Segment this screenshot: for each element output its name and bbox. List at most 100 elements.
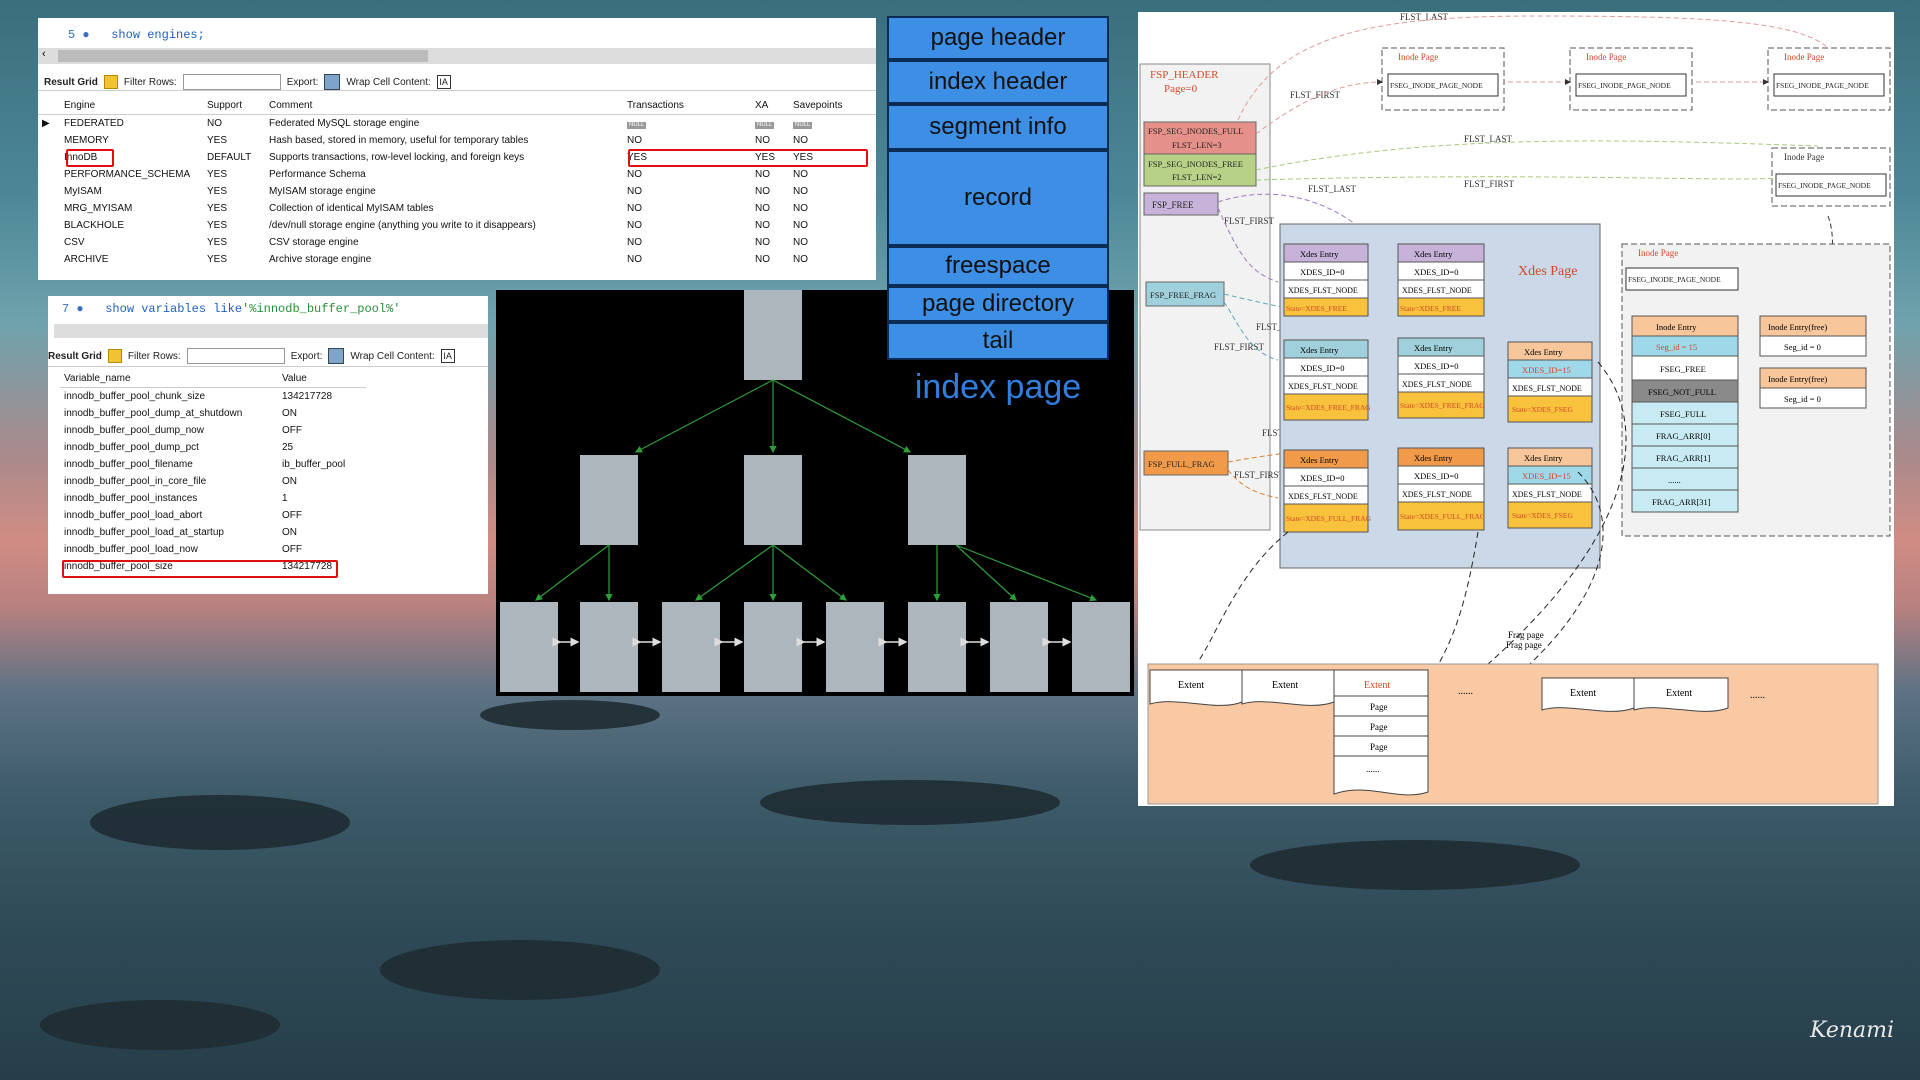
cell[interactable]: PERFORMANCE_SCHEMA [60,166,203,183]
cell[interactable]: /dev/null storage engine (anything you w… [265,217,623,234]
table-row[interactable]: CSV YES CSV storage engine NO NO NO [38,234,876,251]
cell[interactable]: ib_buffer_pool [278,456,366,473]
cell[interactable]: NO [751,166,789,183]
cell[interactable]: NO [789,132,876,149]
cell[interactable]: YES [203,251,265,268]
engines-query-line[interactable]: 5 ● show engines; [68,28,205,42]
cell[interactable]: innodb_buffer_pool_dump_now [60,422,278,439]
horizontal-scrollbar[interactable]: ‹ [38,48,876,64]
cell[interactable]: ON [278,524,366,541]
col-value[interactable]: Value [278,370,366,388]
table-row[interactable]: MyISAM YES MyISAM storage engine NO NO NO [38,183,876,200]
cell[interactable]: NO [623,217,751,234]
cell[interactable]: ON [278,405,366,422]
cell[interactable]: Archive storage engine [265,251,623,268]
export-icon[interactable] [324,74,341,90]
cell[interactable]: NO [203,115,265,133]
cell[interactable]: NO [751,251,789,268]
cell[interactable]: MEMORY [60,132,203,149]
cell[interactable]: innodb_buffer_pool_instances [60,490,278,507]
cell[interactable]: NO [623,251,751,268]
cell[interactable]: ARCHIVE [60,251,203,268]
cell[interactable]: innodb_buffer_pool_filename [60,456,278,473]
wrap-icon[interactable]: IA [440,349,455,363]
cell[interactable]: OFF [278,422,366,439]
cell[interactable]: YES [203,234,265,251]
cell[interactable]: NO [789,166,876,183]
cell[interactable]: FEDERATED [60,115,203,133]
cell[interactable]: NO [751,217,789,234]
table-row[interactable]: innodb_buffer_pool_load_abort OFF [60,507,366,524]
cell[interactable]: innodb_buffer_pool_dump_pct [60,439,278,456]
result-grid-tab[interactable]: Result Grid [44,77,98,88]
export-icon[interactable] [328,348,345,364]
filter-rows-input[interactable] [186,348,285,364]
scrollbar-thumb[interactable] [58,50,428,62]
filter-rows-input[interactable] [182,74,281,90]
cell[interactable]: innodb_buffer_pool_dump_at_shutdown [60,405,278,422]
cell[interactable]: NO [789,234,876,251]
cell[interactable]: innodb_buffer_pool_chunk_size [60,388,278,406]
table-row[interactable]: innodb_buffer_pool_dump_now OFF [60,422,366,439]
col-engine[interactable]: Engine [60,97,203,115]
cell[interactable]: YES [203,183,265,200]
table-row[interactable]: ARCHIVE YES Archive storage engine NO NO NO [38,251,876,268]
table-row[interactable]: MEMORY YES Hash based, stored in memory, u… [38,132,876,149]
cell[interactable]: NO [789,183,876,200]
cell[interactable]: MRG_MYISAM [60,200,203,217]
table-row[interactable]: PERFORMANCE_SCHEMA YES Performance Schema N… [38,166,876,183]
table-row[interactable]: innodb_buffer_pool_in_core_file ON [60,473,366,490]
table-row[interactable]: innodb_buffer_pool_instances 1 [60,490,366,507]
cell[interactable]: Performance Schema [265,166,623,183]
cell[interactable]: OFF [278,541,366,558]
cell[interactable]: innodb_buffer_pool_in_core_file [60,473,278,490]
cell[interactable]: Hash based, stored in memory, useful for… [265,132,623,149]
cell[interactable]: CSV storage engine [265,234,623,251]
cell[interactable]: Supports transactions, row-level locking… [265,149,623,166]
cell[interactable]: NO [751,200,789,217]
col-comment[interactable]: Comment [265,97,623,115]
col-xa[interactable]: XA [751,97,789,115]
col-variable-name[interactable]: Variable_name [60,370,278,388]
result-grid-tab[interactable]: Result Grid [48,351,102,362]
horizontal-scrollbar[interactable] [54,324,488,338]
col-transactions[interactable]: Transactions [623,97,751,115]
cell[interactable]: innodb_buffer_pool_load_at_startup [60,524,278,541]
cell[interactable]: NO [623,200,751,217]
table-row[interactable]: innodb_buffer_pool_load_now OFF [60,541,366,558]
table-row[interactable]: innodb_buffer_pool_dump_at_shutdown ON [60,405,366,422]
cell[interactable]: innodb_buffer_pool_load_now [60,541,278,558]
table-row[interactable]: innodb_buffer_pool_dump_pct 25 [60,439,366,456]
wrap-icon[interactable]: IA [436,75,451,89]
grid-icon[interactable] [107,349,122,363]
cell[interactable]: YES [203,217,265,234]
table-row[interactable]: MRG_MYISAM YES Collection of identical MyI… [38,200,876,217]
cell[interactable]: YES [203,200,265,217]
cell[interactable]: NO [751,234,789,251]
table-row[interactable]: ▶ FEDERATED NO Federated MySQL storage e… [38,115,876,133]
col-support[interactable]: Support [203,97,265,115]
cell[interactable]: NO [623,234,751,251]
cell[interactable]: NO [789,251,876,268]
cell[interactable]: MyISAM storage engine [265,183,623,200]
cell[interactable]: NO [789,200,876,217]
cell[interactable]: ON [278,473,366,490]
cell[interactable]: MyISAM [60,183,203,200]
cell[interactable]: NO [623,166,751,183]
cell[interactable]: YES [203,166,265,183]
scroll-left-icon[interactable]: ‹ [42,48,46,60]
cell[interactable]: 1 [278,490,366,507]
table-row[interactable]: BLACKHOLE YES/dev/null storage engine (an… [38,217,876,234]
cell[interactable]: NO [789,217,876,234]
cell[interactable]: Collection of identical MyISAM tables [265,200,623,217]
cell[interactable]: DEFAULT [203,149,265,166]
table-row[interactable]: innodb_buffer_pool_chunk_size 134217728 [60,388,366,406]
table-row[interactable]: innodb_buffer_pool_load_at_startup ON [60,524,366,541]
cell[interactable]: Federated MySQL storage engine [265,115,623,133]
cell[interactable]: OFF [278,507,366,524]
cell[interactable]: NULL [623,115,751,133]
variables-query-line[interactable]: 7 ● show variables like'%innodb_buffer_p… [62,302,400,316]
cell[interactable]: NO [623,183,751,200]
cell[interactable]: 25 [278,439,366,456]
cell[interactable]: NULL [751,115,789,133]
